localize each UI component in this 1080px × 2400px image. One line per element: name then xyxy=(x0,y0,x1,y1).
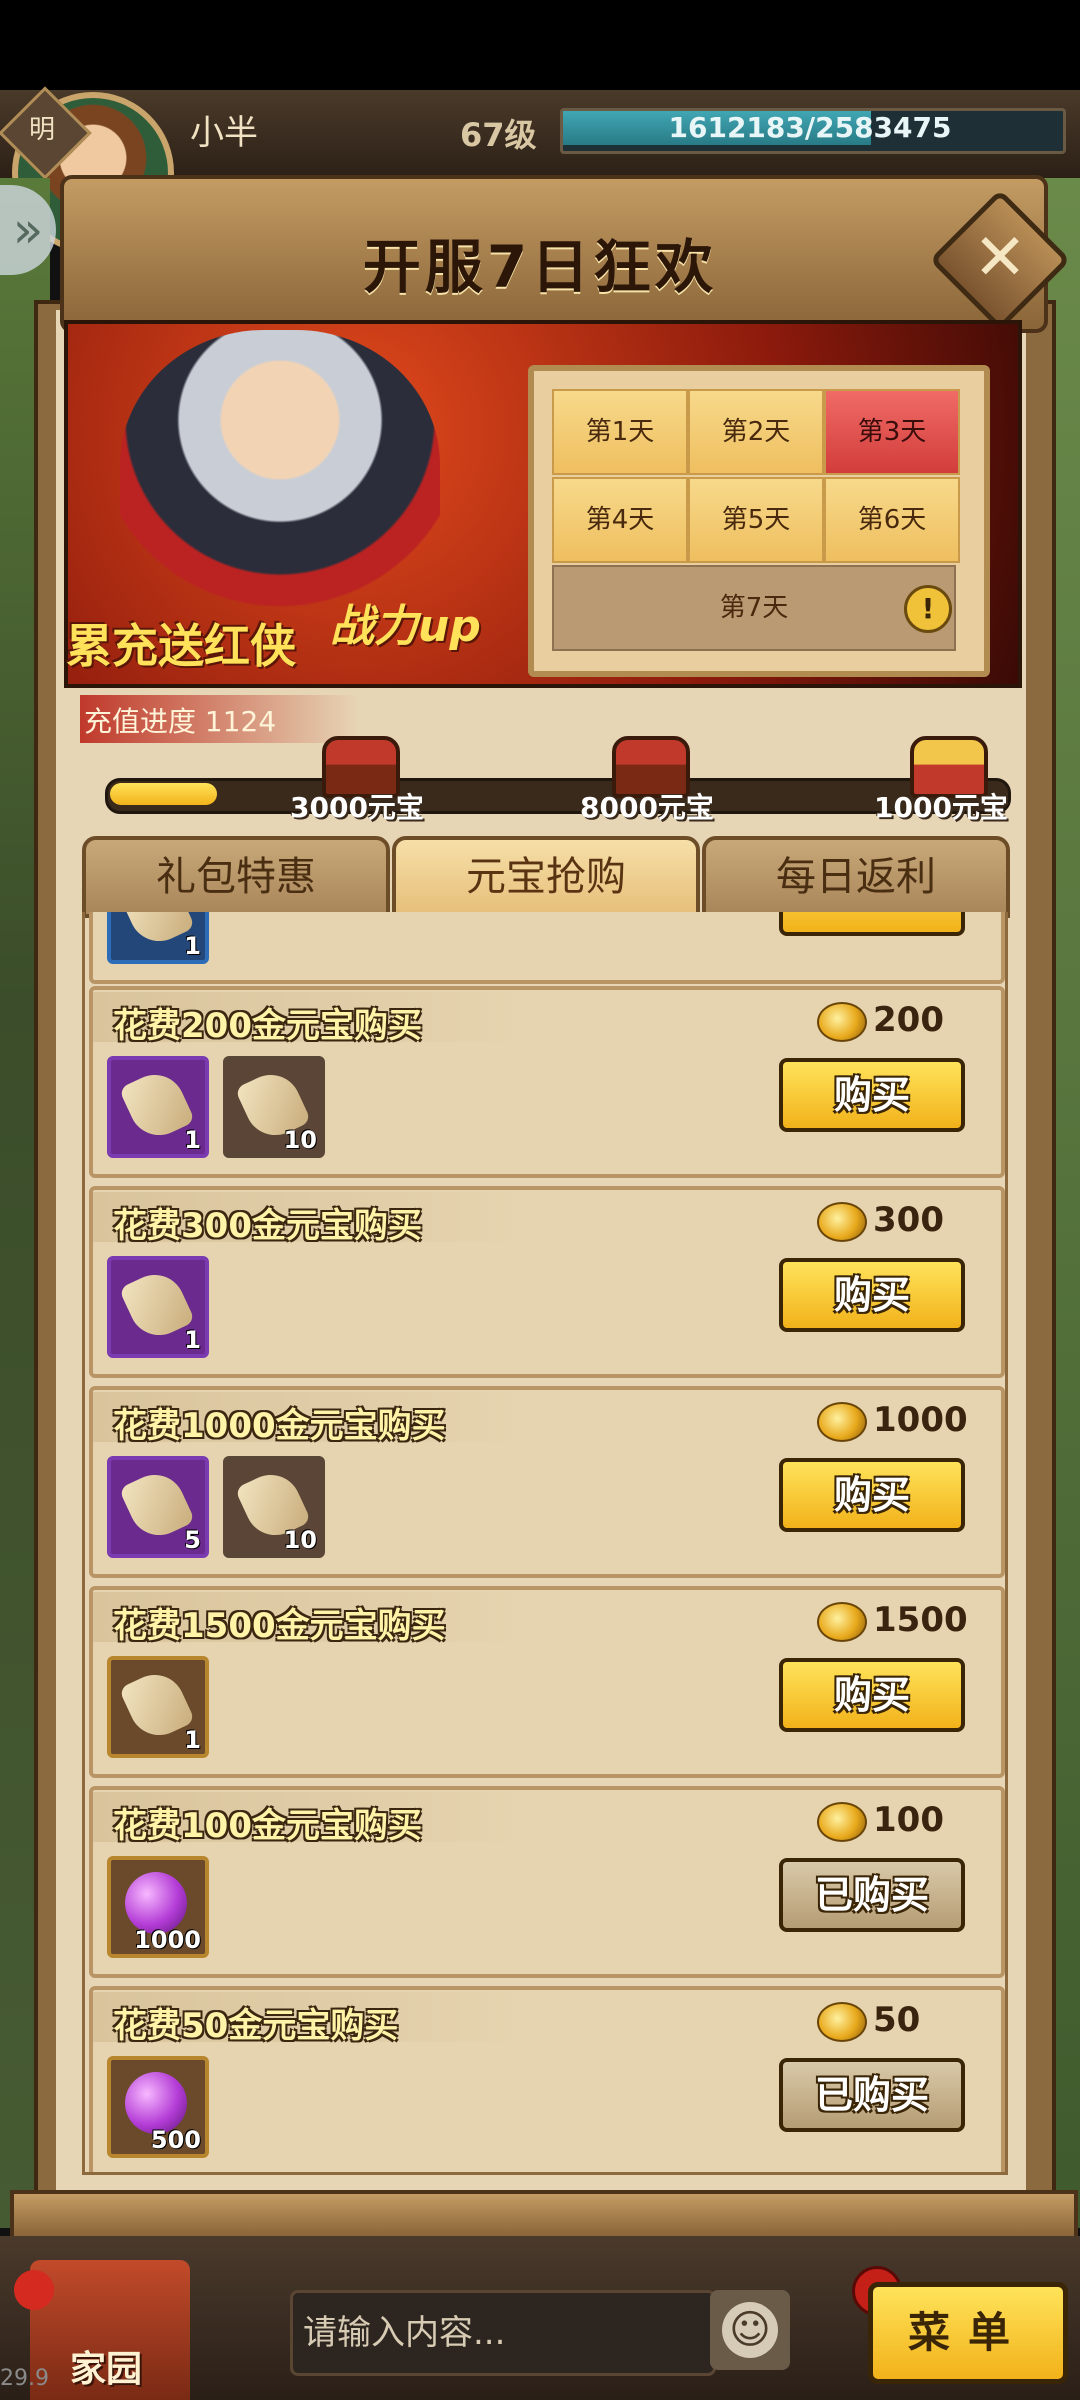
orb-icon xyxy=(125,1872,187,1934)
orb-icon xyxy=(125,2072,187,2134)
item-count: 10 xyxy=(283,1126,317,1154)
item-slot[interactable]: 1 xyxy=(107,1056,209,1158)
item-slot[interactable]: 500 xyxy=(107,2056,209,2158)
gold-ingot-icon xyxy=(817,2002,867,2042)
purchased-button[interactable]: 已购买 xyxy=(779,1858,965,1932)
day-tab-5[interactable]: 第5天 xyxy=(688,477,824,563)
item-slot[interactable]: 1000 xyxy=(107,1856,209,1958)
buy-button[interactable]: 购买 xyxy=(779,1058,965,1132)
purchased-button[interactable]: 已购买 xyxy=(779,2058,965,2132)
item-count: 1 xyxy=(184,1126,201,1154)
tab-gift-pack[interactable]: 礼包特惠 xyxy=(82,836,390,918)
menu-button[interactable]: 菜单 xyxy=(868,2282,1068,2384)
offer-card: 花费1000金元宝购买 1000 5 10 购买 xyxy=(89,1386,1005,1578)
item-count: 1000 xyxy=(134,1926,201,1954)
offer-cost: 100 xyxy=(873,1800,944,1840)
offer-title: 花费200金元宝购买 xyxy=(113,1006,422,1046)
tab-ingot-rush[interactable]: 元宝抢购 xyxy=(392,836,700,918)
progress-value: 1124 xyxy=(204,705,277,738)
gold-ingot-icon xyxy=(817,1602,867,1642)
item-slot[interactable]: 1 xyxy=(107,1656,209,1758)
offer-title: 花费100金元宝购买 xyxy=(113,1806,422,1846)
tab-daily-rebate[interactable]: 每日返利 xyxy=(702,836,1010,918)
item-count: 1 xyxy=(184,1726,201,1754)
offer-card: 花费50金元宝购买 50 500 已购买 xyxy=(89,1986,1005,2172)
offer-title: 花费1500金元宝购买 xyxy=(113,1606,446,1646)
item-count: 500 xyxy=(150,2126,201,2154)
chat-input[interactable]: 请输入内容... xyxy=(290,2290,716,2376)
buy-button-partial[interactable] xyxy=(779,912,965,936)
item-slot[interactable]: 10 xyxy=(223,1456,325,1558)
close-icon[interactable]: ✕ xyxy=(950,210,1050,306)
buy-button[interactable]: 购买 xyxy=(779,1658,965,1732)
panel-footer xyxy=(10,2190,1078,2240)
day-selector: 第1天 第2天 第3天 第4天 第5天 第6天 第7天 ! xyxy=(528,365,990,677)
item-slot[interactable]: 1 xyxy=(107,1256,209,1358)
status-bar xyxy=(0,0,1080,90)
exp-text: 1612183/2583475 xyxy=(668,111,952,144)
day-tab-6[interactable]: 第6天 xyxy=(824,477,960,563)
milestone-label-3: 1000元宝 xyxy=(874,791,1008,824)
emoji-icon[interactable]: ☺ xyxy=(722,2302,778,2358)
player-name: 小半 xyxy=(190,113,258,153)
item-count: 5 xyxy=(184,1526,201,1554)
offer-cost: 300 xyxy=(873,1200,944,1240)
offer-title: 花费300金元宝购买 xyxy=(113,1206,422,1246)
day-tab-7[interactable]: 第7天 xyxy=(552,565,956,651)
day-tab-2[interactable]: 第2天 xyxy=(688,389,824,475)
hero-illustration xyxy=(120,330,440,630)
offer-cost: 50 xyxy=(873,2000,921,2040)
day-tab-1[interactable]: 第1天 xyxy=(552,389,688,475)
offer-cost: 200 xyxy=(873,1000,944,1040)
progress-label-text: 充值进度 xyxy=(84,705,197,738)
buy-button[interactable]: 购买 xyxy=(779,1258,965,1332)
item-count: 1 xyxy=(184,1326,201,1354)
player-level: 67级 xyxy=(460,116,537,154)
offer-list[interactable]: 1 花费200金元宝购买 200 1 10 购买 花费300金元宝购买 300 … xyxy=(82,912,1008,2175)
item-count: 1 xyxy=(184,932,201,960)
warning-icon: ! xyxy=(904,585,952,633)
offer-card: 花费100金元宝购买 100 1000 已购买 xyxy=(89,1786,1005,1978)
milestone-label-2: 8000元宝 xyxy=(580,791,714,824)
banner-text-power: 战力up xyxy=(330,601,481,652)
banner-text-recharge: 累充送红侠 xyxy=(66,619,296,673)
offer-card: 花费1500金元宝购买 1500 1 购买 xyxy=(89,1586,1005,1778)
progress-label: 充值进度 1124 xyxy=(84,700,276,740)
offer-card-partial: 1 xyxy=(89,912,1005,984)
offer-title: 花费50金元宝购买 xyxy=(113,2006,399,2046)
nation-label: 明 xyxy=(28,115,55,145)
gold-ingot-icon xyxy=(817,1202,867,1242)
notification-dot xyxy=(14,2270,54,2310)
milestone-label-1: 3000元宝 xyxy=(290,791,424,824)
offer-title: 花费1000金元宝购买 xyxy=(113,1406,446,1446)
gold-ingot-icon xyxy=(817,1002,867,1042)
item-slot[interactable]: 1 xyxy=(107,912,209,964)
home-label[interactable]: 家园 xyxy=(70,2340,142,2392)
fps-counter: 29.9 xyxy=(0,2366,49,2391)
item-slot[interactable]: 10 xyxy=(223,1056,325,1158)
gold-ingot-icon xyxy=(817,1802,867,1842)
offer-card: 花费200金元宝购买 200 1 10 购买 xyxy=(89,986,1005,1178)
progress-fill xyxy=(110,783,217,805)
day-tab-4[interactable]: 第4天 xyxy=(552,477,688,563)
item-count: 10 xyxy=(283,1526,317,1554)
offer-card: 花费300金元宝购买 300 1 购买 xyxy=(89,1186,1005,1378)
panel-title: 开服7日狂欢 xyxy=(362,233,718,301)
buy-button[interactable]: 购买 xyxy=(779,1458,965,1532)
day-tab-3[interactable]: 第3天 xyxy=(824,389,960,475)
item-slot[interactable]: 5 xyxy=(107,1456,209,1558)
offer-cost: 1000 xyxy=(873,1400,968,1440)
gold-ingot-icon xyxy=(817,1402,867,1442)
offer-cost: 1500 xyxy=(873,1600,968,1640)
